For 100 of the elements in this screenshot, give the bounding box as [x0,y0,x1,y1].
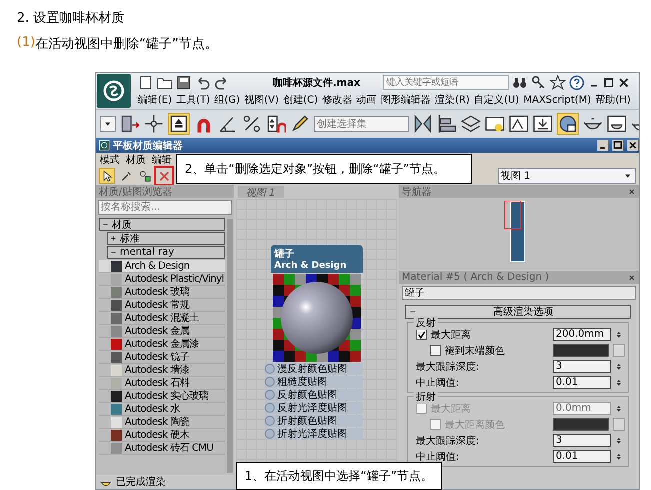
panel-header: 材质/贴图浏览器 [96,185,234,198]
maximize-icon[interactable] [603,76,616,88]
minus-icon[interactable] [102,221,109,228]
render-icon[interactable] [533,114,553,134]
search-field[interactable]: 按名称搜索... [98,200,232,215]
percent-snap-icon[interactable] [242,114,262,134]
menu-item[interactable]: 组(G) [212,93,242,107]
menu-item[interactable]: MAXScript(M) [522,94,594,106]
group-title: 折射 [414,390,438,404]
name-field[interactable]: 罐子 [402,286,636,300]
checkbox[interactable] [416,329,427,340]
material-item[interactable]: Autodesk Plastic/Vinyl [99,273,225,286]
callout: 1、在活动视图中选择“罐子”节点。 [236,462,442,490]
minimize-icon[interactable] [597,140,609,151]
key-icon[interactable] [531,74,548,90]
field-label: 最大跟踪深度: [416,360,480,374]
value-field[interactable]: 0.01 [553,376,611,389]
mirror-icon[interactable] [413,114,433,134]
color-map-button[interactable] [613,344,625,357]
pencil-icon[interactable] [290,114,310,134]
material-item[interactable]: Autodesk 水 [99,403,225,416]
material-item[interactable]: Autodesk 金属漆 [99,338,225,351]
node-header[interactable]: 罐子 Arch & Design [270,245,362,273]
material-item[interactable]: Arch & Design [99,260,225,273]
group-title: 反射 [414,316,438,330]
close-icon[interactable] [627,140,639,151]
editor-app-icon[interactable] [99,140,110,151]
value-field[interactable]: 0.01 [553,450,611,463]
category-header[interactable]: 材质 [99,218,225,231]
material-to-scene-icon [138,170,152,182]
material-item[interactable]: Autodesk 硬木 [99,429,225,442]
menu-item[interactable]: 材质 [126,153,146,167]
material-item[interactable]: Autodesk 常规 [99,299,225,312]
menu-item[interactable]: 渲染(R) [433,93,472,107]
save-icon[interactable] [176,74,192,90]
new-file-icon[interactable] [138,74,154,90]
material-item[interactable]: Autodesk 墙漆 [99,364,225,377]
material-item[interactable]: Autodesk 金属 [99,325,225,338]
app-logo-icon[interactable] [97,74,131,108]
spinner-snap-icon[interactable] [266,114,286,134]
render-frame-icon[interactable] [509,114,529,134]
view-dropdown[interactable]: 视图 1 [498,168,636,184]
input-slot[interactable]: 折射光泽度贴图 [264,428,362,440]
material-item[interactable]: Autodesk 实心玻璃 [99,390,225,403]
menu-item[interactable]: 自定义(U) [472,93,522,107]
menu-item[interactable]: 创建(C) [281,93,320,107]
value-field[interactable]: 200.0mm [553,328,611,341]
callout: 2、单击“删除选定对象”按钮，删除“罐子”节点。 [176,154,472,184]
checkbox-label: 最大距离 [431,402,472,416]
material-item[interactable]: Autodesk 镜子 [99,351,225,364]
arrow-button[interactable] [99,168,115,184]
section-heading: 2. 设置咖啡杯材质 [16,10,126,28]
menu-item[interactable]: 动画 [354,93,379,107]
render-setup-icon[interactable] [485,114,505,134]
category-header[interactable]: mental ray [107,246,225,259]
scrollbar[interactable] [227,219,233,473]
field-label: 中止阈值: [416,450,460,464]
minus-icon[interactable] [110,249,117,256]
menu-item[interactable]: 帮助(H) [594,93,633,107]
material-item[interactable]: Autodesk 砖石 CMU [99,442,225,455]
search-field[interactable]: 键入关键字或短语 [383,75,510,90]
menu-item[interactable]: 修改器 [320,93,354,107]
material-item[interactable]: Autodesk 陶瓷 [99,416,225,429]
value-field[interactable]: 3 [553,360,611,373]
material-editor-icon[interactable] [557,113,579,135]
menu-item[interactable]: 工具(T) [174,93,212,107]
input-slot[interactable]: 反射光泽度贴图 [264,402,362,414]
plus-icon[interactable] [110,235,117,242]
menu-item[interactable]: 模式 [100,153,120,167]
menu-item[interactable]: 图形编辑器 [378,93,433,107]
value-field[interactable]: 3 [553,434,611,447]
selection-set-field[interactable]: 创建选择集 [314,116,409,132]
material-item[interactable]: Autodesk 混凝土 [99,312,225,325]
menu-item[interactable]: 编辑(E) [136,93,174,107]
input-slot[interactable]: 反射颜色贴图 [264,389,362,401]
material-item[interactable]: Autodesk 玻璃 [99,286,225,299]
align-icon[interactable] [437,114,457,134]
field-label: 中止阈值: [416,376,460,390]
node-title: 罐子 [274,248,296,261]
field-label: 最大跟踪深度: [416,434,480,448]
menu-item[interactable]: 编辑 [152,153,172,167]
star-icon[interactable] [550,74,566,90]
maximize-icon[interactable] [612,140,624,151]
input-slot[interactable]: 粗糙度贴图 [264,376,362,388]
color-swatch[interactable] [553,344,609,357]
dropdown[interactable] [100,116,116,132]
rollout-header[interactable]: 高级渲染选项 [405,305,631,319]
upload-icon[interactable] [168,113,190,135]
help-icon[interactable] [569,74,586,90]
close-icon[interactable] [618,76,630,88]
material-item[interactable]: Autodesk 石料 [99,377,225,390]
menu-item[interactable]: 视图(V) [242,93,282,107]
input-slot[interactable]: 漫反射颜色贴图 [264,363,362,375]
category-header[interactable]: 标准 [107,232,225,245]
layers-icon[interactable] [461,114,481,134]
color-map-button[interactable] [613,418,625,431]
input-slot[interactable]: 折射颜色贴图 [264,415,362,427]
eyedropper-icon [120,170,132,182]
checkbox[interactable] [430,345,441,356]
teapot-window-icon[interactable] [607,114,627,134]
